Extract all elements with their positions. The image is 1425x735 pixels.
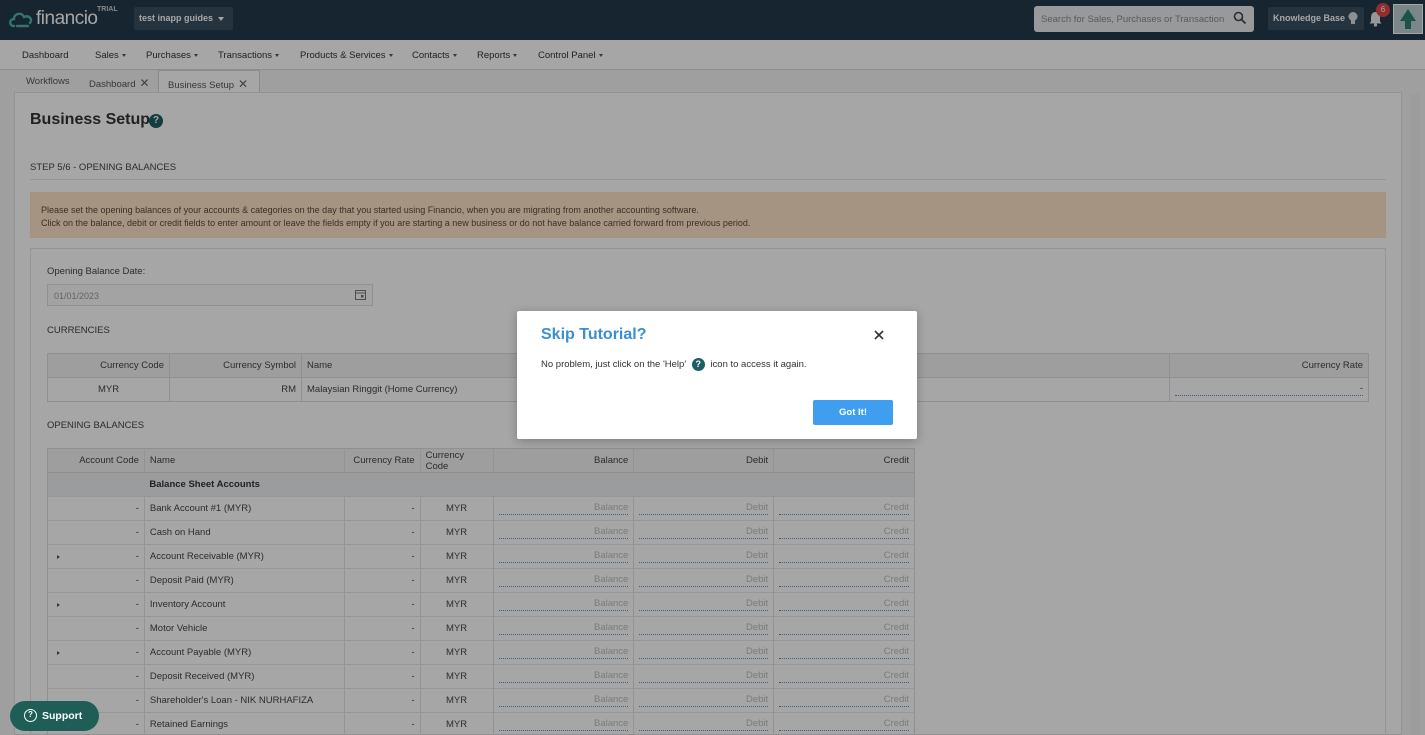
support-label: Support [42,710,83,722]
dialog-title: Skip Tutorial? [541,326,647,343]
close-icon[interactable] [872,328,886,342]
dialog-message-start: No problem, just click on the 'Help' [541,359,687,371]
help-icon: ? [691,358,705,371]
dialog-message: No problem, just click on the 'Help' ? i… [541,358,807,371]
dialog-message-end: icon to access it again. [710,359,807,371]
skip-tutorial-dialog: Skip Tutorial? No problem, just click on… [517,311,917,439]
got-it-button[interactable]: Got It! [813,400,893,425]
support-button[interactable]: ? Support [10,701,99,731]
question-icon: ? [24,709,37,722]
